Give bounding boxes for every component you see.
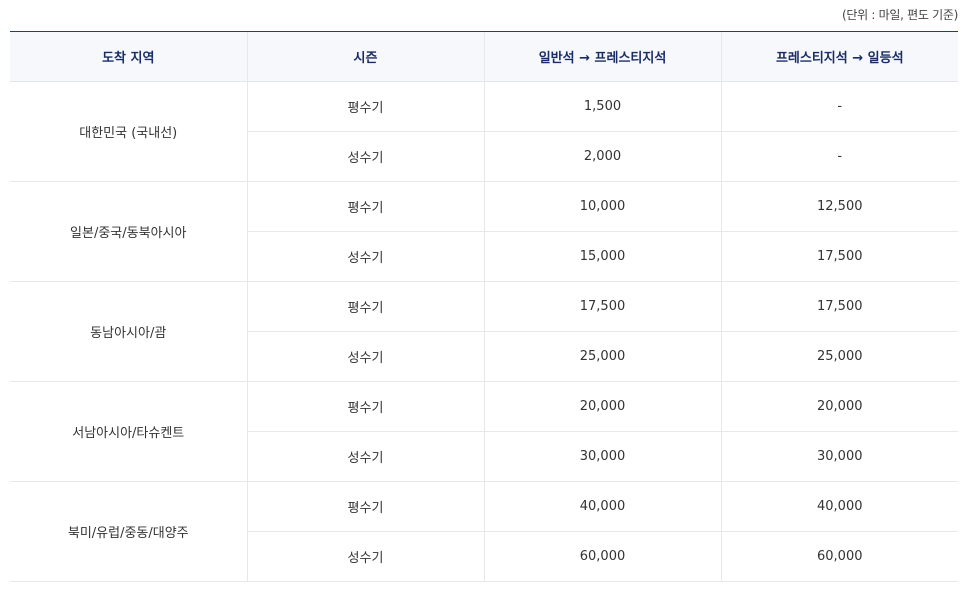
region-cell: 서남아시아/타슈켄트 (10, 381, 247, 482)
economy-to-prestige-cell: 30,000 (483, 431, 721, 482)
economy-to-prestige-cell: 17,500 (483, 281, 721, 332)
economy-to-prestige-cell: 10,000 (483, 181, 721, 232)
header-prestige-to-first: 프레스티지석 → 일등석 (720, 31, 958, 82)
prestige-to-first-cell: 12,500 (720, 181, 958, 232)
table-row: 일본/중국/동북아시아 평수기 10,000 12,500 (10, 181, 958, 282)
prestige-to-first-cell: - (720, 131, 958, 182)
economy-to-prestige-cell: 20,000 (483, 381, 721, 432)
prestige-to-first-cell: 25,000 (720, 331, 958, 382)
mileage-upgrade-table: 도착 지역 시즌 일반석 → 프레스티지석 프레스티지석 → 일등석 대한민국 … (10, 31, 958, 582)
economy-to-prestige-cell: 60,000 (483, 531, 721, 582)
prestige-to-first-cell: 17,500 (720, 281, 958, 332)
season-cell: 성수기 (246, 231, 484, 282)
table-row: 대한민국 (국내선) 평수기 1,500 - (10, 81, 958, 182)
season-cell: 성수기 (246, 431, 484, 482)
table-row: 북미/유럽/중동/대양주 평수기 40,000 40,000 (10, 481, 958, 582)
unit-note: (단위 : 마일, 편도 기준) (842, 8, 958, 22)
header-row: 도착 지역 시즌 일반석 → 프레스티지석 프레스티지석 → 일등석 (10, 31, 958, 82)
economy-to-prestige-cell: 15,000 (483, 231, 721, 282)
season-cell: 성수기 (246, 531, 484, 582)
region-cell: 대한민국 (국내선) (10, 81, 247, 182)
season-cell: 성수기 (246, 331, 484, 382)
prestige-to-first-cell: 20,000 (720, 381, 958, 432)
header-region: 도착 지역 (10, 31, 247, 82)
season-cell: 성수기 (246, 131, 484, 182)
economy-to-prestige-cell: 25,000 (483, 331, 721, 382)
prestige-to-first-cell: 40,000 (720, 481, 958, 532)
prestige-to-first-cell: - (720, 81, 958, 132)
economy-to-prestige-cell: 1,500 (483, 81, 721, 132)
header-season: 시즌 (246, 31, 484, 82)
table-body: 대한민국 (국내선) 평수기 1,500 - 성수기 2,000 - 일본/중국… (10, 81, 958, 582)
economy-to-prestige-cell: 2,000 (483, 131, 721, 182)
season-cell: 평수기 (246, 281, 484, 332)
header-economy-to-prestige: 일반석 → 프레스티지석 (483, 31, 721, 82)
prestige-to-first-cell: 60,000 (720, 531, 958, 582)
region-cell: 동남아시아/괌 (10, 281, 247, 382)
season-cell: 평수기 (246, 81, 484, 132)
region-cell: 일본/중국/동북아시아 (10, 181, 247, 282)
season-cell: 평수기 (246, 481, 484, 532)
economy-to-prestige-cell: 40,000 (483, 481, 721, 532)
season-cell: 평수기 (246, 181, 484, 232)
season-cell: 평수기 (246, 381, 484, 432)
region-cell: 북미/유럽/중동/대양주 (10, 481, 247, 582)
table-row: 동남아시아/괌 평수기 17,500 17,500 (10, 281, 958, 382)
prestige-to-first-cell: 17,500 (720, 231, 958, 282)
prestige-to-first-cell: 30,000 (720, 431, 958, 482)
table-header: 도착 지역 시즌 일반석 → 프레스티지석 프레스티지석 → 일등석 (10, 31, 958, 82)
table-row: 서남아시아/타슈켄트 평수기 20,000 20,000 (10, 381, 958, 482)
